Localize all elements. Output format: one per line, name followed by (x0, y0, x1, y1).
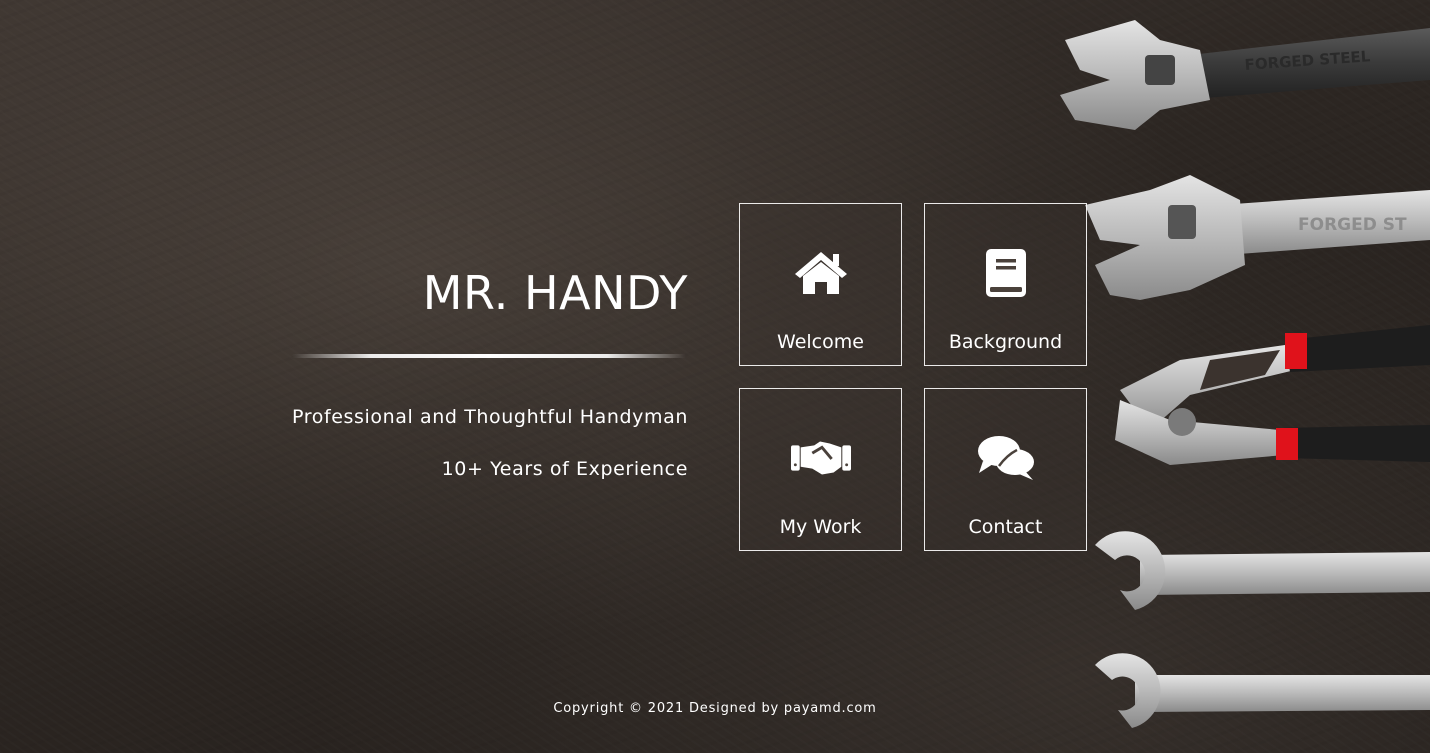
book-icon (976, 248, 1036, 298)
tools-background-image: FORGED STEEL FORGED ST (1060, 20, 1430, 728)
nav-tile-my-work[interactable]: My Work (739, 388, 902, 551)
home-icon (791, 248, 851, 298)
pliers (1115, 325, 1430, 465)
nav-tile-welcome[interactable]: Welcome (739, 203, 902, 366)
nav-tile-label: Welcome (777, 331, 864, 353)
dark-adjustable-wrench (1060, 20, 1430, 130)
tagline-secondary: 10+ Years of Experience (441, 458, 688, 480)
title-divider (292, 354, 686, 358)
open-end-wrench-1 (1095, 531, 1430, 610)
engraving-second: FORGED ST (1298, 215, 1407, 235)
open-end-wrench-2 (1095, 653, 1430, 728)
nav-tile-label: Contact (968, 516, 1043, 538)
nav-tile-contact[interactable]: Contact (924, 388, 1087, 551)
site-title: MR. HANDY (422, 266, 688, 320)
nav-tile-label: Background (948, 331, 1063, 353)
comments-icon (976, 433, 1036, 483)
silver-adjustable-wrench (1085, 175, 1430, 300)
nav-tile-background[interactable]: Background (924, 203, 1087, 366)
handshake-icon (790, 433, 851, 483)
tagline-primary: Professional and Thoughtful Handyman (292, 406, 688, 428)
copyright-text: Copyright © 2021 Designed by payamd.com (553, 701, 877, 716)
nav-tile-label: My Work (779, 516, 862, 538)
